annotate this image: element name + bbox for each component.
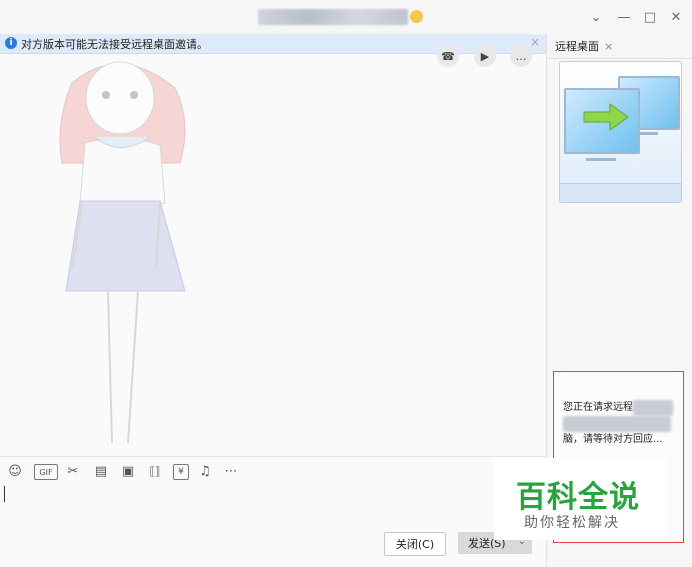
status-line-1: 您正在请求远程: [563, 402, 633, 413]
redpacket-icon[interactable]: ¥: [173, 464, 189, 480]
phone-icon[interactable]: ☎: [437, 45, 459, 67]
banner-close-icon[interactable]: ×: [530, 35, 540, 49]
banner-text: 对方版本可能无法接受远程桌面邀请。: [21, 38, 208, 51]
minimize-button[interactable]: —: [614, 8, 634, 26]
shake-icon[interactable]: ⟦⟧: [146, 464, 164, 478]
watermark-title: 百科全说: [516, 480, 640, 515]
close-window-button[interactable]: ✕: [666, 8, 686, 26]
video-icon[interactable]: ▶: [474, 45, 496, 67]
illustration-footer: [560, 183, 681, 202]
redacted-text-line-2: [563, 416, 671, 432]
tab-close-icon[interactable]: ×: [604, 40, 613, 53]
input-toolbar: ☺ GIF ✂ ▤ ▣ ⟦⟧ ¥ ♫ ⋯: [0, 456, 546, 485]
image-icon[interactable]: ▣: [120, 464, 136, 479]
chat-background-illustration: [59, 61, 186, 444]
music-icon[interactable]: ♫: [197, 464, 213, 479]
remote-desktop-illustration: [559, 61, 682, 203]
status-message: 您正在请求远程 脑，请等待对方回应...: [563, 400, 675, 448]
transfer-arrow-icon: [583, 103, 629, 131]
local-monitor-stand: [586, 158, 616, 161]
more-options-icon[interactable]: ⋯: [223, 464, 239, 479]
emoji-icon[interactable]: ☺: [8, 464, 22, 479]
maximize-button[interactable]: □: [640, 8, 660, 26]
redacted-text: [633, 400, 673, 416]
window-title: ██████████████: [258, 9, 408, 25]
more-icon[interactable]: …: [510, 45, 532, 67]
vip-badge-icon: [410, 10, 423, 23]
watermark-subtitle: 助你轻松解决: [524, 515, 620, 531]
remote-monitor-stand: [638, 132, 658, 135]
watermark-logo: 百科全说 助你轻松解决: [494, 458, 667, 540]
tab-underline: [547, 58, 692, 59]
folder-icon[interactable]: ▤: [93, 464, 109, 479]
dropdown-button[interactable]: ⌄: [586, 8, 606, 26]
close-button[interactable]: 关闭(C): [384, 532, 446, 556]
scissors-icon[interactable]: ✂: [65, 464, 81, 479]
info-icon: i: [5, 37, 17, 49]
status-line-3: 脑，请等待对方回应...: [563, 434, 663, 445]
info-banner: i 对方版本可能无法接受远程桌面邀请。 ×: [0, 34, 546, 54]
chat-history-area[interactable]: ☎ ▶ …: [0, 45, 546, 455]
gif-icon[interactable]: GIF: [34, 464, 58, 480]
text-cursor: [4, 486, 5, 502]
tab-remote-desktop[interactable]: 远程桌面 ×: [555, 38, 613, 54]
tab-label: 远程桌面: [555, 40, 599, 53]
message-input[interactable]: [0, 484, 546, 530]
title-bar: ██████████████ ⌄ — □ ✕: [0, 0, 692, 34]
